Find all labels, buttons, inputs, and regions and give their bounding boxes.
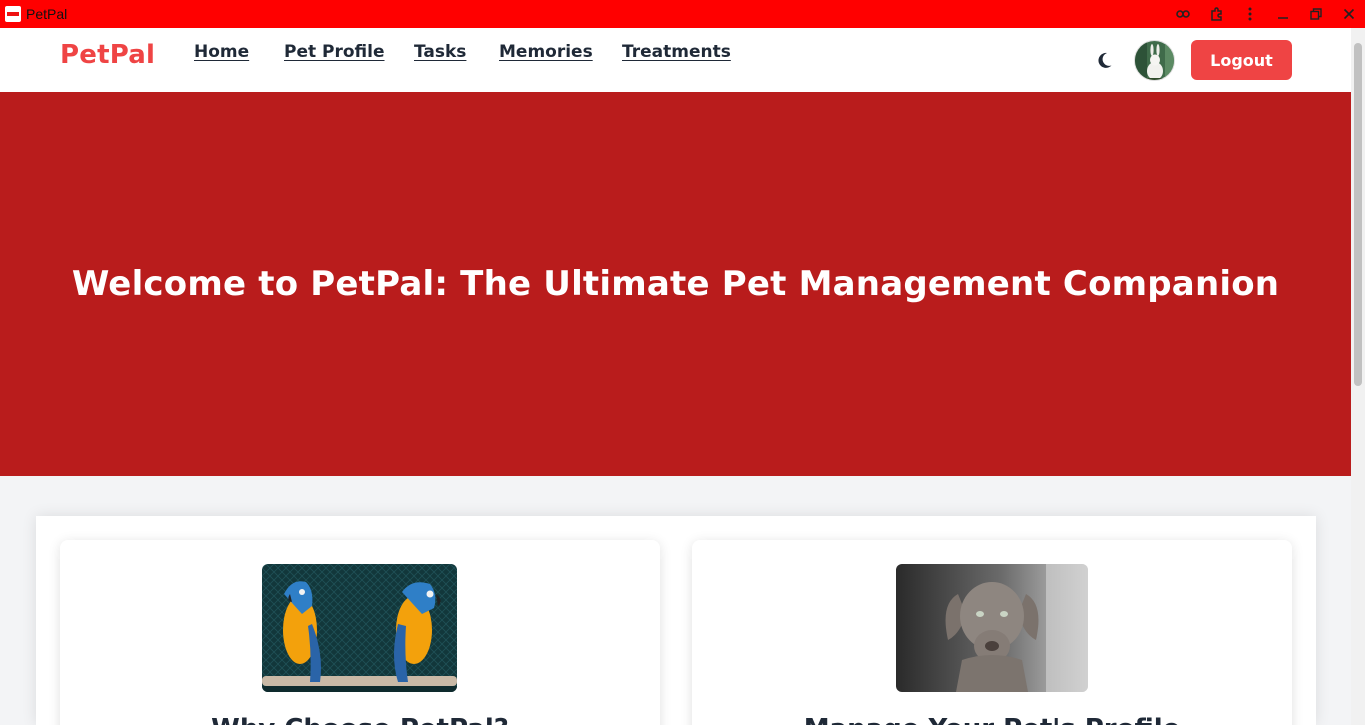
- favicon-icon: [5, 6, 21, 22]
- parrots-image: [262, 564, 457, 692]
- browser-titlebar: PetPal: [0, 0, 1365, 28]
- close-icon[interactable]: [1332, 0, 1365, 28]
- feature-card: Why Choose PetPal?: [60, 540, 660, 725]
- features-section: Why Choose PetPal?: [36, 516, 1316, 725]
- navbar: PetPal Home Pet Profile Tasks Memories T…: [0, 28, 1351, 92]
- restore-icon[interactable]: [1299, 0, 1332, 28]
- window-controls: [1167, 0, 1365, 28]
- feature-card: Manage Your Pet's Profile: [692, 540, 1292, 725]
- hero-banner: Welcome to PetPal: The Ultimate Pet Mana…: [0, 92, 1351, 476]
- nav-link-home[interactable]: Home: [194, 42, 249, 62]
- nav-link-pet-profile[interactable]: Pet Profile: [284, 42, 385, 62]
- extension-icon[interactable]: [1200, 0, 1233, 28]
- card-title: Why Choose PetPal?: [60, 714, 660, 725]
- logout-button[interactable]: Logout: [1191, 40, 1292, 80]
- nav-link-treatments[interactable]: Treatments: [622, 42, 731, 62]
- nav-link-tasks[interactable]: Tasks: [414, 42, 466, 62]
- avatar[interactable]: [1134, 40, 1175, 81]
- moon-icon[interactable]: [1094, 50, 1114, 70]
- card-title: Manage Your Pet's Profile: [692, 714, 1292, 725]
- scrollbar-thumb[interactable]: [1354, 43, 1362, 386]
- dog-image: [896, 564, 1088, 692]
- key-icon[interactable]: [1167, 0, 1200, 28]
- nav-link-memories[interactable]: Memories: [499, 42, 593, 62]
- page-scrollbar[interactable]: [1351, 28, 1365, 725]
- brand-logo[interactable]: PetPal: [60, 40, 155, 70]
- more-vert-icon[interactable]: [1233, 0, 1266, 28]
- window-title: PetPal: [26, 6, 68, 22]
- minimize-icon[interactable]: [1266, 0, 1299, 28]
- hero-title: Welcome to PetPal: The Ultimate Pet Mana…: [71, 264, 1280, 304]
